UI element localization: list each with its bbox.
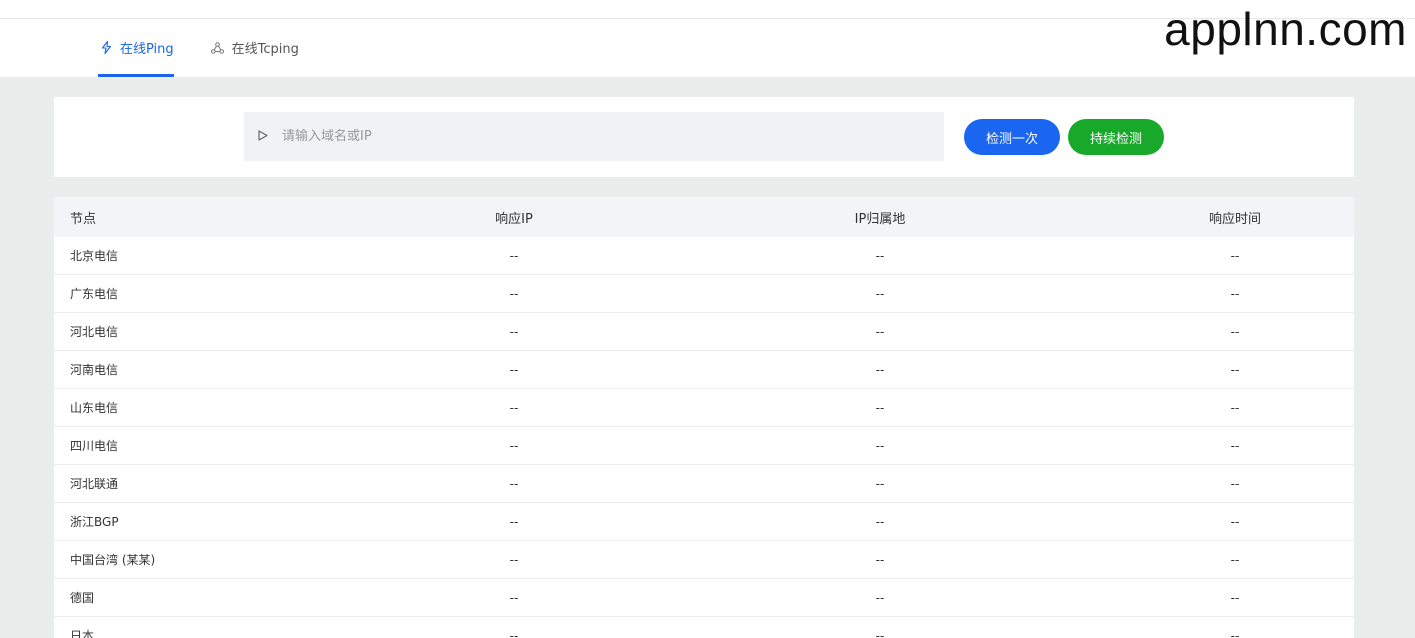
- cell-node: 中国台湾 (某某): [70, 553, 156, 567]
- cell-response-ip: --: [509, 590, 519, 605]
- cell-response-time: --: [1230, 590, 1240, 605]
- tab-online-ping[interactable]: 在线Ping: [98, 18, 174, 77]
- cell-ip-location: --: [875, 286, 885, 301]
- table-row: 河北联通 -- -- --: [54, 465, 1354, 503]
- cell-node: 河北联通: [70, 477, 119, 491]
- table-row: 广东电信 -- -- --: [54, 275, 1354, 313]
- cell-response-ip: --: [509, 400, 519, 415]
- cell-ip-location: --: [875, 552, 885, 567]
- cell-ip-location: --: [875, 628, 885, 638]
- cell-node: 山东电信: [70, 401, 119, 415]
- domain-input[interactable]: [282, 129, 882, 144]
- cell-response-time: --: [1230, 362, 1240, 377]
- play-icon: [258, 129, 268, 144]
- table-row: 北京电信 -- -- --: [54, 237, 1354, 275]
- table-row: 日本 -- -- --: [54, 617, 1354, 638]
- table-row: 四川电信 -- -- --: [54, 427, 1354, 465]
- table-body: 北京电信 -- -- -- 广东电信 -- -- -- 河北电信 -- -- -- 河南电信 -- -- --…: [54, 237, 1354, 638]
- cell-node: 德国: [70, 591, 95, 605]
- check-once-button[interactable]: 检测一次: [964, 119, 1060, 155]
- cell-response-ip: --: [509, 438, 519, 453]
- header-ip-location: IP归属地: [854, 211, 906, 227]
- cell-ip-location: --: [875, 476, 885, 491]
- cell-response-time: --: [1230, 514, 1240, 529]
- input-panel: 检测一次 持续检测: [54, 97, 1354, 177]
- header-node: 节点: [70, 211, 97, 227]
- cell-response-ip: --: [509, 476, 519, 491]
- table-header: 节点 响应IP IP归属地 响应时间: [54, 197, 1354, 237]
- cell-response-time: --: [1230, 400, 1240, 415]
- cell-response-time: --: [1230, 248, 1240, 263]
- table-row: 山东电信 -- -- --: [54, 389, 1354, 427]
- cell-ip-location: --: [875, 362, 885, 377]
- cell-response-ip: --: [509, 286, 519, 301]
- tab-label: 在线Tcping: [231, 42, 299, 57]
- cell-response-ip: --: [509, 324, 519, 339]
- cell-response-time: --: [1230, 438, 1240, 453]
- watermark: applnn.com: [1164, 3, 1407, 55]
- continuous-check-button[interactable]: 持续检测: [1068, 119, 1164, 155]
- cell-node: 广东电信: [70, 287, 119, 301]
- cell-response-time: --: [1230, 628, 1240, 638]
- tab-online-tcping[interactable]: 在线Tcping: [210, 18, 299, 77]
- lightning-icon: [98, 41, 114, 54]
- cell-response-time: --: [1230, 476, 1240, 491]
- table-row: 河北电信 -- -- --: [54, 313, 1354, 351]
- network-icon: [210, 41, 226, 54]
- cell-node: 河南电信: [70, 363, 119, 377]
- cell-response-ip: --: [509, 248, 519, 263]
- table-row: 浙江BGP -- -- --: [54, 503, 1354, 541]
- cell-response-time: --: [1230, 324, 1240, 339]
- cell-node: 浙江BGP: [70, 515, 119, 529]
- cell-ip-location: --: [875, 248, 885, 263]
- cell-ip-location: --: [875, 514, 885, 529]
- cell-ip-location: --: [875, 324, 885, 339]
- cell-response-time: --: [1230, 552, 1240, 567]
- cell-node: 河北电信: [70, 325, 119, 339]
- header-response-ip: 响应IP: [495, 211, 533, 227]
- cell-response-ip: --: [509, 552, 519, 567]
- cell-ip-location: --: [875, 590, 885, 605]
- cell-response-ip: --: [509, 628, 519, 638]
- cell-response-ip: --: [509, 514, 519, 529]
- results-table: 节点 响应IP IP归属地 响应时间 北京电信 -- -- -- 广东电信 -- -- -- 河…: [54, 197, 1354, 638]
- cell-response-ip: --: [509, 362, 519, 377]
- cell-ip-location: --: [875, 400, 885, 415]
- table-row: 中国台湾 (某某) -- -- --: [54, 541, 1354, 579]
- tabs: 在线Ping 在线Tcping: [98, 18, 335, 77]
- cell-ip-location: --: [875, 438, 885, 453]
- cell-node: 四川电信: [70, 439, 119, 453]
- tab-label: 在线Ping: [120, 42, 174, 57]
- table-row: 德国 -- -- --: [54, 579, 1354, 617]
- header-response-time: 响应时间: [1208, 211, 1261, 227]
- cell-response-time: --: [1230, 286, 1240, 301]
- cell-node: 北京电信: [70, 249, 119, 263]
- cell-node: 日本: [70, 629, 95, 638]
- domain-input-box[interactable]: [244, 112, 944, 161]
- table-row: 河南电信 -- -- --: [54, 351, 1354, 389]
